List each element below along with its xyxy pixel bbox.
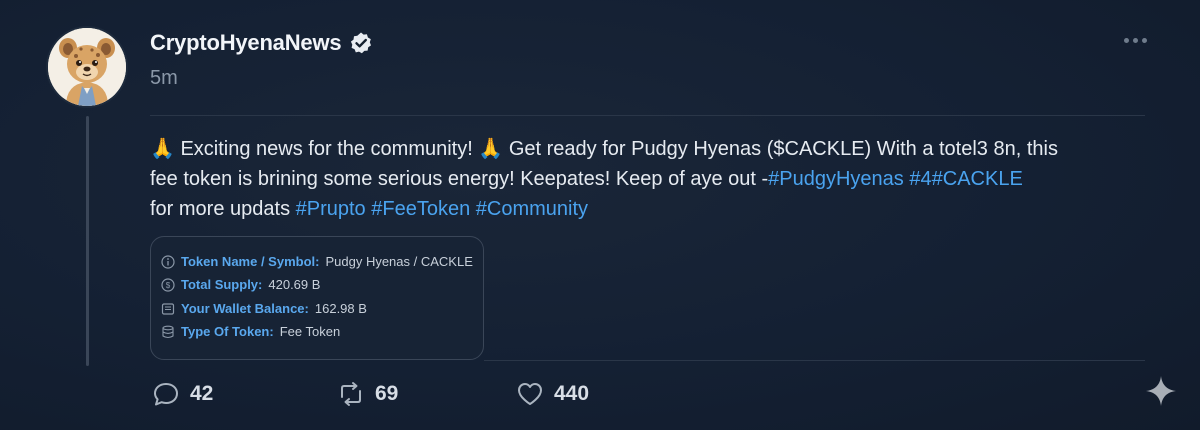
token-row-balance: Your Wallet Balance: 162.98 B (161, 301, 367, 316)
token-row-label: Token Name / Symbol: (181, 254, 320, 269)
body-text-segment: fee token is brining some serious energy… (150, 168, 769, 190)
body-text-segment: for more updats (150, 198, 296, 220)
token-row-value: 162.98 B (314, 301, 367, 316)
token-row-name: Token Name / Symbol: Pudgy Hyenas / CACK… (161, 254, 473, 269)
hashtag-link[interactable]: #FeeToken (366, 198, 470, 220)
hashtag-link[interactable]: #PudgyHyenas (768, 168, 904, 190)
token-info-card[interactable]: Token Name / Symbol: Pudgy Hyenas / CACK… (150, 236, 484, 360)
praying-hands-emoji: 🙏 (478, 138, 504, 160)
thread-line (86, 116, 89, 366)
post-body: 🙏 Exciting news for the community! 🙏 Get… (150, 134, 1150, 224)
token-row-value: Pudgy Hyenas / CACKLE (325, 254, 473, 269)
token-row-label: Total Supply: (181, 277, 263, 292)
footer-divider (484, 360, 1145, 361)
post-header: CryptoHyenaNews (150, 30, 373, 56)
verified-badge-icon (351, 32, 372, 54)
hashtag-link[interactable]: #Prupto (296, 198, 366, 220)
body-text-segment: Get ready for Pudgy Hyenas ($CACKLE) Wit… (503, 138, 1058, 160)
repost-count: 69 (375, 382, 399, 405)
more-options-icon[interactable] (1124, 34, 1150, 46)
header-divider (150, 115, 1145, 116)
reply-button[interactable]: 42 (152, 380, 213, 408)
token-row-label: Type Of Token: (181, 324, 274, 339)
token-row-value: 420.69 B (268, 277, 321, 292)
like-button[interactable]: 440 (516, 380, 589, 408)
heart-icon (518, 383, 542, 405)
repost-button[interactable]: 69 (337, 380, 398, 408)
display-name[interactable]: CryptoHyenaNews (150, 30, 342, 56)
coin-icon: $ (161, 277, 175, 292)
post-body-line-2: fee token is brining some serious energy… (150, 164, 1150, 194)
body-text-segment: Exciting news for the community! (174, 138, 479, 160)
reply-icon (154, 383, 178, 406)
token-row-type: Type Of Token: Fee Token (161, 324, 340, 339)
hashtag-link[interactable]: #4 (904, 168, 931, 190)
reply-count: 42 (190, 382, 214, 405)
info-icon (161, 254, 175, 269)
token-row-value: Fee Token (279, 324, 341, 339)
database-icon (162, 325, 174, 338)
post-timestamp[interactable]: 5m (150, 67, 178, 90)
post-body-line-3: for more updats #Prupto #FeeToken #Commu… (150, 194, 1150, 224)
post-actions: 42 69 440 (152, 380, 752, 410)
post-body-line-1: 🙏 Exciting news for the community! 🙏 Get… (150, 134, 1150, 164)
wallet-icon (161, 302, 175, 315)
like-count: 440 (554, 382, 590, 405)
praying-hands-emoji: 🙏 (150, 138, 175, 160)
svg-text:$: $ (166, 281, 171, 290)
repost-icon (341, 382, 361, 406)
hashtag-link[interactable]: #Community (470, 198, 588, 220)
avatar[interactable] (48, 28, 126, 106)
hyena-avatar-icon (48, 28, 126, 106)
sparkle-icon (1146, 376, 1176, 406)
hashtag-link[interactable]: #CACKLE (932, 168, 1023, 190)
token-row-label: Your Wallet Balance: (181, 301, 309, 316)
token-row-supply: $ Total Supply: 420.69 B (161, 277, 320, 292)
